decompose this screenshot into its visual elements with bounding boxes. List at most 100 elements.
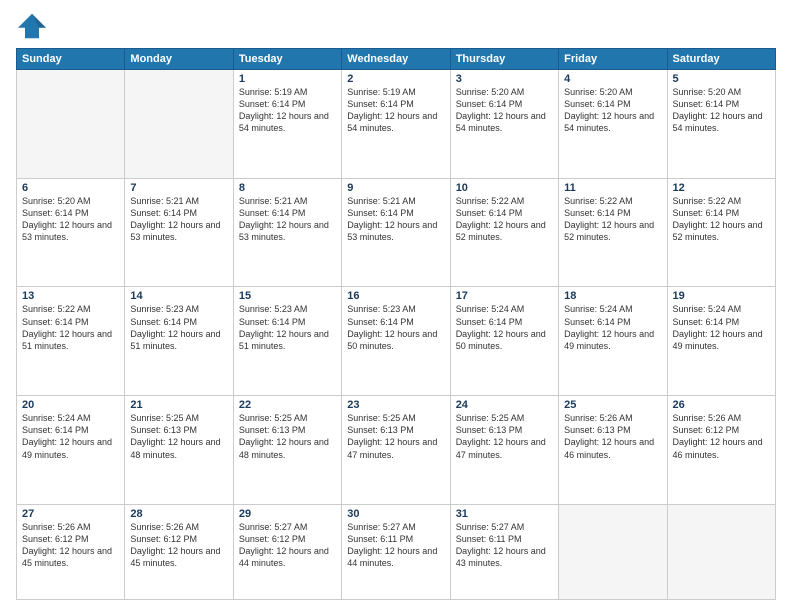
- day-cell: [125, 70, 233, 179]
- day-header-friday: Friday: [559, 49, 667, 70]
- day-cell: [559, 504, 667, 599]
- day-number: 13: [22, 290, 119, 302]
- day-info: Sunrise: 5:19 AM Sunset: 6:14 PM Dayligh…: [347, 86, 444, 135]
- day-number: 29: [239, 508, 336, 520]
- day-number: 17: [456, 290, 553, 302]
- day-number: 30: [347, 508, 444, 520]
- day-info: Sunrise: 5:24 AM Sunset: 6:14 PM Dayligh…: [673, 303, 770, 352]
- day-info: Sunrise: 5:23 AM Sunset: 6:14 PM Dayligh…: [347, 303, 444, 352]
- day-info: Sunrise: 5:27 AM Sunset: 6:12 PM Dayligh…: [239, 521, 336, 570]
- day-header-tuesday: Tuesday: [233, 49, 341, 70]
- day-number: 27: [22, 508, 119, 520]
- day-number: 19: [673, 290, 770, 302]
- day-info: Sunrise: 5:21 AM Sunset: 6:14 PM Dayligh…: [347, 195, 444, 244]
- day-cell: 5Sunrise: 5:20 AM Sunset: 6:14 PM Daylig…: [667, 70, 775, 179]
- day-number: 6: [22, 182, 119, 194]
- day-number: 18: [564, 290, 661, 302]
- day-number: 2: [347, 73, 444, 85]
- logo: [16, 12, 52, 40]
- day-cell: 14Sunrise: 5:23 AM Sunset: 6:14 PM Dayli…: [125, 287, 233, 396]
- day-number: 22: [239, 399, 336, 411]
- day-number: 9: [347, 182, 444, 194]
- day-info: Sunrise: 5:20 AM Sunset: 6:14 PM Dayligh…: [22, 195, 119, 244]
- day-number: 21: [130, 399, 227, 411]
- day-cell: 23Sunrise: 5:25 AM Sunset: 6:13 PM Dayli…: [342, 396, 450, 505]
- day-number: 15: [239, 290, 336, 302]
- week-row-2: 6Sunrise: 5:20 AM Sunset: 6:14 PM Daylig…: [17, 178, 776, 287]
- day-number: 5: [673, 73, 770, 85]
- week-row-5: 27Sunrise: 5:26 AM Sunset: 6:12 PM Dayli…: [17, 504, 776, 599]
- day-number: 4: [564, 73, 661, 85]
- day-number: 7: [130, 182, 227, 194]
- day-cell: 16Sunrise: 5:23 AM Sunset: 6:14 PM Dayli…: [342, 287, 450, 396]
- day-cell: 25Sunrise: 5:26 AM Sunset: 6:13 PM Dayli…: [559, 396, 667, 505]
- day-info: Sunrise: 5:23 AM Sunset: 6:14 PM Dayligh…: [239, 303, 336, 352]
- day-info: Sunrise: 5:27 AM Sunset: 6:11 PM Dayligh…: [456, 521, 553, 570]
- day-number: 8: [239, 182, 336, 194]
- day-number: 20: [22, 399, 119, 411]
- day-number: 28: [130, 508, 227, 520]
- day-cell: 6Sunrise: 5:20 AM Sunset: 6:14 PM Daylig…: [17, 178, 125, 287]
- day-number: 23: [347, 399, 444, 411]
- day-cell: 11Sunrise: 5:22 AM Sunset: 6:14 PM Dayli…: [559, 178, 667, 287]
- week-row-4: 20Sunrise: 5:24 AM Sunset: 6:14 PM Dayli…: [17, 396, 776, 505]
- day-cell: 13Sunrise: 5:22 AM Sunset: 6:14 PM Dayli…: [17, 287, 125, 396]
- day-info: Sunrise: 5:25 AM Sunset: 6:13 PM Dayligh…: [456, 412, 553, 461]
- day-cell: 2Sunrise: 5:19 AM Sunset: 6:14 PM Daylig…: [342, 70, 450, 179]
- day-info: Sunrise: 5:20 AM Sunset: 6:14 PM Dayligh…: [673, 86, 770, 135]
- week-row-1: 1Sunrise: 5:19 AM Sunset: 6:14 PM Daylig…: [17, 70, 776, 179]
- day-number: 14: [130, 290, 227, 302]
- day-info: Sunrise: 5:25 AM Sunset: 6:13 PM Dayligh…: [130, 412, 227, 461]
- day-cell: [667, 504, 775, 599]
- day-number: 12: [673, 182, 770, 194]
- day-info: Sunrise: 5:24 AM Sunset: 6:14 PM Dayligh…: [456, 303, 553, 352]
- day-number: 3: [456, 73, 553, 85]
- day-cell: 1Sunrise: 5:19 AM Sunset: 6:14 PM Daylig…: [233, 70, 341, 179]
- day-info: Sunrise: 5:21 AM Sunset: 6:14 PM Dayligh…: [239, 195, 336, 244]
- day-header-monday: Monday: [125, 49, 233, 70]
- day-cell: 4Sunrise: 5:20 AM Sunset: 6:14 PM Daylig…: [559, 70, 667, 179]
- day-info: Sunrise: 5:26 AM Sunset: 6:12 PM Dayligh…: [22, 521, 119, 570]
- day-cell: 29Sunrise: 5:27 AM Sunset: 6:12 PM Dayli…: [233, 504, 341, 599]
- day-cell: 15Sunrise: 5:23 AM Sunset: 6:14 PM Dayli…: [233, 287, 341, 396]
- day-info: Sunrise: 5:23 AM Sunset: 6:14 PM Dayligh…: [130, 303, 227, 352]
- day-cell: 9Sunrise: 5:21 AM Sunset: 6:14 PM Daylig…: [342, 178, 450, 287]
- day-number: 10: [456, 182, 553, 194]
- day-info: Sunrise: 5:20 AM Sunset: 6:14 PM Dayligh…: [564, 86, 661, 135]
- day-info: Sunrise: 5:26 AM Sunset: 6:12 PM Dayligh…: [130, 521, 227, 570]
- day-number: 1: [239, 73, 336, 85]
- day-cell: 10Sunrise: 5:22 AM Sunset: 6:14 PM Dayli…: [450, 178, 558, 287]
- day-info: Sunrise: 5:20 AM Sunset: 6:14 PM Dayligh…: [456, 86, 553, 135]
- page: SundayMondayTuesdayWednesdayThursdayFrid…: [0, 0, 792, 612]
- day-cell: 20Sunrise: 5:24 AM Sunset: 6:14 PM Dayli…: [17, 396, 125, 505]
- day-cell: 7Sunrise: 5:21 AM Sunset: 6:14 PM Daylig…: [125, 178, 233, 287]
- day-cell: 12Sunrise: 5:22 AM Sunset: 6:14 PM Dayli…: [667, 178, 775, 287]
- day-cell: 27Sunrise: 5:26 AM Sunset: 6:12 PM Dayli…: [17, 504, 125, 599]
- day-info: Sunrise: 5:22 AM Sunset: 6:14 PM Dayligh…: [673, 195, 770, 244]
- day-cell: 17Sunrise: 5:24 AM Sunset: 6:14 PM Dayli…: [450, 287, 558, 396]
- day-info: Sunrise: 5:26 AM Sunset: 6:13 PM Dayligh…: [564, 412, 661, 461]
- day-header-wednesday: Wednesday: [342, 49, 450, 70]
- day-cell: 24Sunrise: 5:25 AM Sunset: 6:13 PM Dayli…: [450, 396, 558, 505]
- day-cell: 22Sunrise: 5:25 AM Sunset: 6:13 PM Dayli…: [233, 396, 341, 505]
- day-number: 24: [456, 399, 553, 411]
- day-header-thursday: Thursday: [450, 49, 558, 70]
- day-cell: 18Sunrise: 5:24 AM Sunset: 6:14 PM Dayli…: [559, 287, 667, 396]
- day-cell: 21Sunrise: 5:25 AM Sunset: 6:13 PM Dayli…: [125, 396, 233, 505]
- day-number: 26: [673, 399, 770, 411]
- day-header-sunday: Sunday: [17, 49, 125, 70]
- day-info: Sunrise: 5:27 AM Sunset: 6:11 PM Dayligh…: [347, 521, 444, 570]
- day-cell: 19Sunrise: 5:24 AM Sunset: 6:14 PM Dayli…: [667, 287, 775, 396]
- day-cell: 30Sunrise: 5:27 AM Sunset: 6:11 PM Dayli…: [342, 504, 450, 599]
- day-cell: 3Sunrise: 5:20 AM Sunset: 6:14 PM Daylig…: [450, 70, 558, 179]
- day-info: Sunrise: 5:24 AM Sunset: 6:14 PM Dayligh…: [22, 412, 119, 461]
- day-info: Sunrise: 5:19 AM Sunset: 6:14 PM Dayligh…: [239, 86, 336, 135]
- day-number: 11: [564, 182, 661, 194]
- day-info: Sunrise: 5:24 AM Sunset: 6:14 PM Dayligh…: [564, 303, 661, 352]
- day-cell: 28Sunrise: 5:26 AM Sunset: 6:12 PM Dayli…: [125, 504, 233, 599]
- day-number: 16: [347, 290, 444, 302]
- day-number: 31: [456, 508, 553, 520]
- day-info: Sunrise: 5:22 AM Sunset: 6:14 PM Dayligh…: [564, 195, 661, 244]
- header: [16, 12, 776, 40]
- day-info: Sunrise: 5:25 AM Sunset: 6:13 PM Dayligh…: [239, 412, 336, 461]
